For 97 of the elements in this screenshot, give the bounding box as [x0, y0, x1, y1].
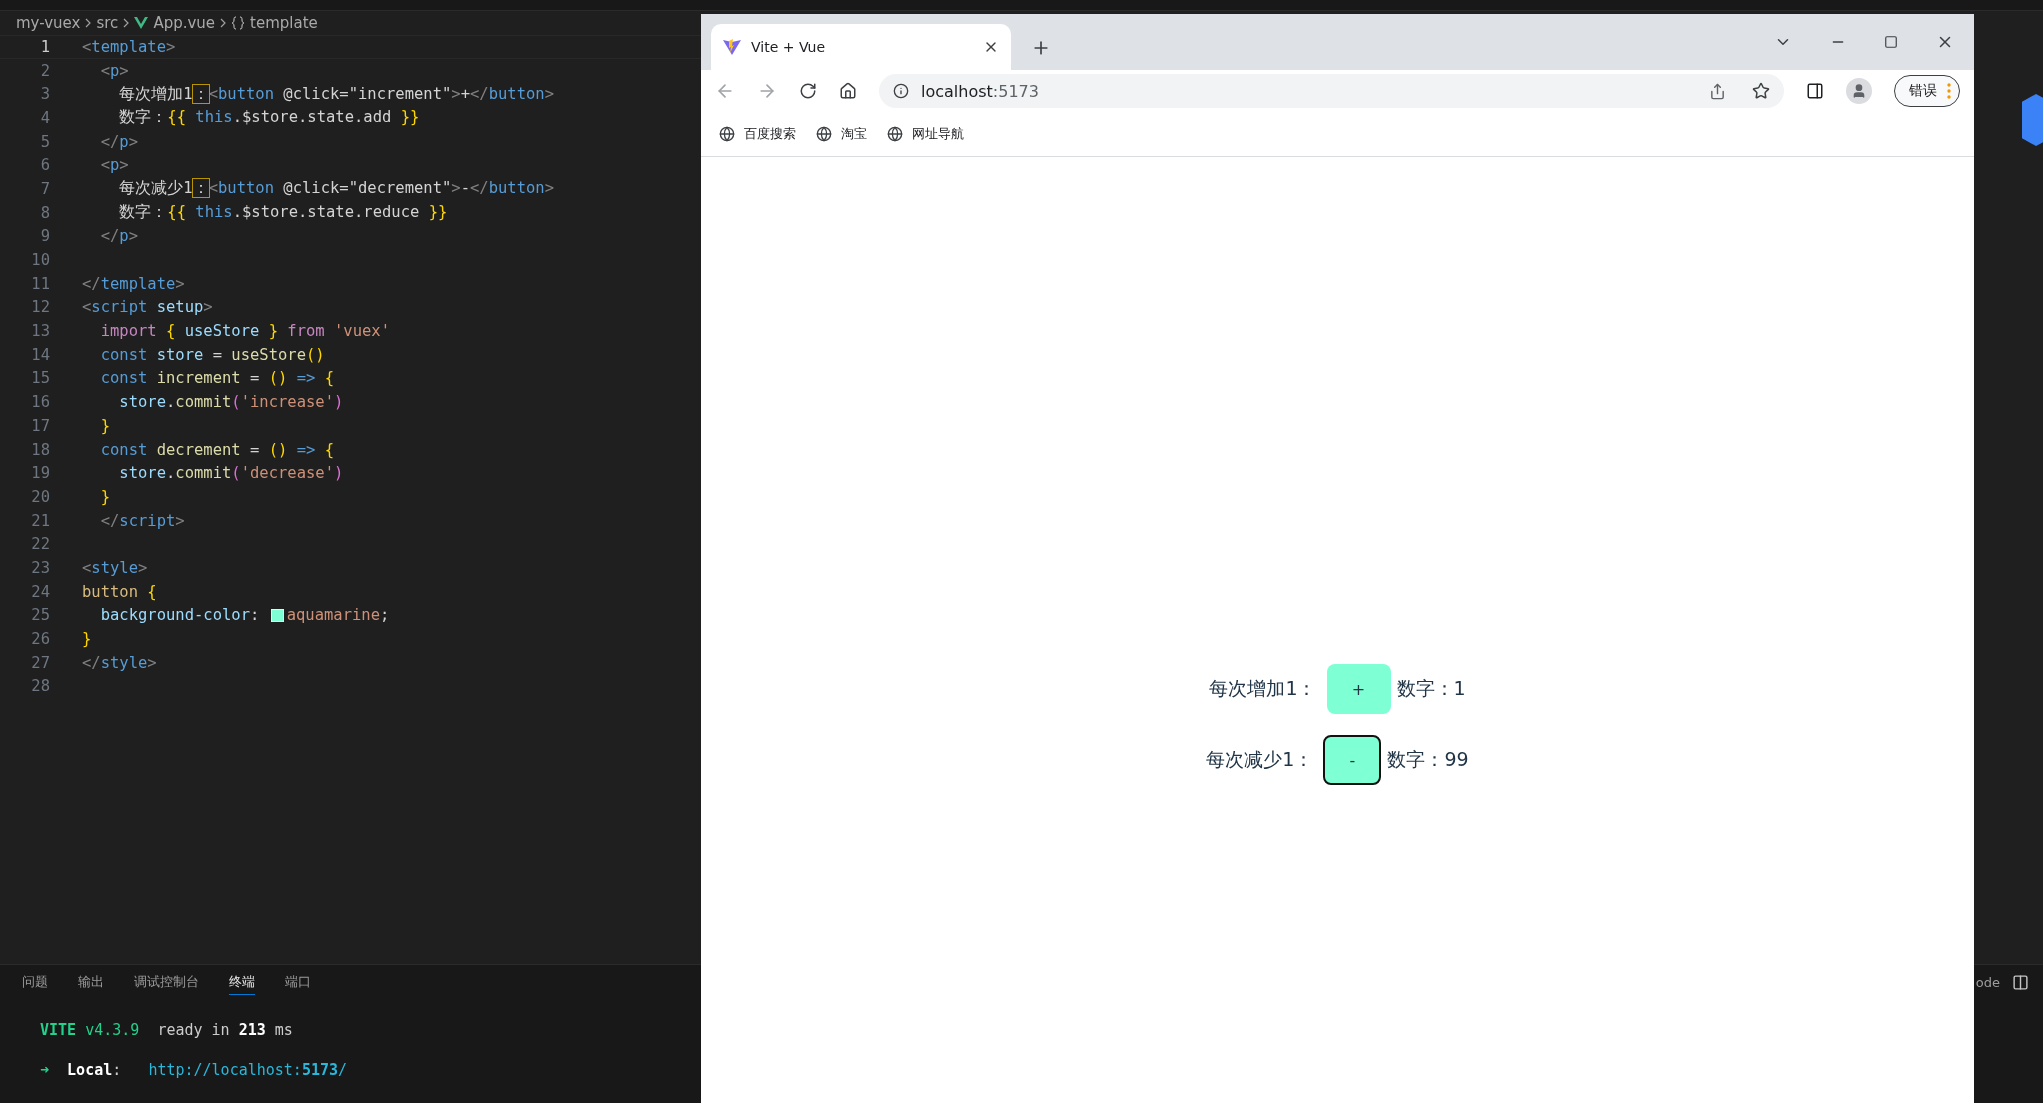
tab-title: Vite + Vue	[751, 39, 826, 55]
line-number: 10	[30, 251, 51, 270]
code-line: const decrement = () => {	[99, 440, 334, 459]
code-line: }	[82, 630, 92, 649]
code-line: </p>	[99, 227, 138, 246]
line-number: 9	[39, 227, 51, 246]
code-line: 数字：{{ this.$store.state.add }}	[118, 107, 420, 129]
line-number: 21	[30, 511, 51, 530]
breadcrumb-item[interactable]: App.vue	[153, 14, 216, 32]
globe-icon	[887, 126, 903, 142]
code-line: </style>	[82, 653, 157, 672]
braces-icon	[231, 16, 246, 30]
breadcrumb-item[interactable]: src	[96, 14, 119, 32]
code-line: store.commit('decrease')	[118, 464, 344, 483]
line-number: 16	[30, 393, 51, 412]
line-number: 17	[30, 416, 51, 435]
info-icon[interactable]	[893, 83, 909, 99]
code-line: <template>	[82, 37, 176, 56]
bookmark[interactable]: 网址导航	[887, 125, 964, 143]
line-number: 28	[30, 677, 51, 696]
vite-logo-icon	[723, 38, 741, 56]
profile-avatar[interactable]	[1846, 78, 1872, 104]
panel-tab[interactable]: 调试控制台	[134, 969, 199, 995]
panel-tab[interactable]: 端口	[285, 969, 311, 995]
line-number: 25	[30, 606, 51, 625]
panel-tab[interactable]: 问题	[22, 969, 48, 995]
chevron-icon	[123, 18, 130, 28]
hexagon-icon[interactable]	[2022, 92, 2043, 148]
panel-tab[interactable]: 终端	[229, 969, 255, 995]
code-line: <style>	[82, 558, 148, 577]
line-number: 11	[30, 274, 51, 293]
counter-label: 每次增加1：	[1209, 676, 1317, 701]
code-line: 每次减少1：<button @click="decrement">-</button>	[118, 178, 555, 200]
line-number: 20	[30, 487, 51, 506]
vue-logo-icon	[134, 17, 149, 29]
side-panel-icon[interactable]	[1806, 82, 1824, 100]
code-line: const store = useStore()	[99, 345, 325, 364]
counter-value: 数字：99	[1387, 747, 1469, 772]
code-line: background-color: aquamarine;	[99, 606, 390, 625]
line-number: 18	[30, 440, 51, 459]
line-number: 12	[30, 298, 51, 317]
line-number: 3	[39, 85, 51, 104]
bookmark[interactable]: 淘宝	[816, 125, 867, 143]
bookmark[interactable]: 百度搜索	[719, 125, 796, 143]
code-line: <script setup>	[82, 298, 213, 317]
counter-button[interactable]: +	[1326, 664, 1391, 714]
code-line: <p>	[99, 61, 129, 80]
star-icon[interactable]	[1752, 82, 1770, 100]
line-number: 19	[30, 464, 51, 483]
line-number: 22	[30, 535, 51, 554]
line-number: 26	[30, 630, 51, 649]
breadcrumb-item[interactable]: template	[250, 14, 318, 32]
code-line: 数字：{{ this.$store.state.reduce }}	[118, 202, 448, 224]
line-number: 2	[39, 61, 51, 80]
code-line: <p>	[99, 156, 129, 175]
terminal-line: ➜ Local: http://localhost:5173/	[40, 1061, 349, 1079]
counter-label: 每次减少1：	[1206, 747, 1314, 772]
line-number: 8	[39, 203, 51, 222]
chevron-icon	[85, 18, 92, 28]
profile-button[interactable]: 错误	[1894, 75, 1960, 107]
line-number: 5	[39, 132, 51, 151]
code-line: button {	[82, 582, 157, 601]
code-line: </p>	[99, 132, 138, 151]
panel-label: ode	[1975, 974, 2000, 990]
code-line: }	[99, 487, 110, 506]
panel-tab[interactable]: 输出	[78, 969, 104, 995]
line-number: 4	[39, 108, 51, 127]
line-number: 27	[30, 653, 51, 672]
breadcrumb-item[interactable]: my-vuex	[16, 14, 81, 32]
line-number: 7	[39, 179, 51, 198]
globe-icon	[816, 126, 832, 142]
code-line: store.commit('increase')	[118, 393, 344, 412]
browser-tab[interactable]: Vite + Vue	[711, 24, 1011, 70]
chevron-icon	[220, 18, 227, 28]
counter-value: 数字：1	[1396, 676, 1466, 701]
address-bar[interactable]: localhost:5173	[879, 74, 1784, 108]
line-number: 13	[30, 322, 51, 341]
globe-icon	[719, 126, 735, 142]
code-line: }	[99, 416, 110, 435]
line-number: 6	[39, 156, 51, 175]
code-line: import { useStore } from 'vuex'	[99, 322, 390, 341]
line-number: 23	[30, 558, 51, 577]
share-icon[interactable]	[1709, 82, 1726, 100]
code-line: </script>	[99, 511, 185, 530]
line-number: 24	[30, 582, 51, 601]
home-icon[interactable]	[839, 82, 857, 100]
code-line: const increment = () => {	[99, 369, 334, 388]
reload-icon[interactable]	[799, 82, 817, 100]
terminal-line: VITE v4.3.9 ready in 213 ms	[40, 1021, 294, 1039]
split-panel-icon[interactable]	[2012, 973, 2029, 991]
line-number: 14	[30, 345, 51, 364]
maximize-icon[interactable]	[1884, 35, 1898, 49]
counter-button[interactable]: -	[1323, 735, 1382, 785]
line-number: 1	[39, 37, 51, 56]
line-number: 15	[30, 369, 51, 388]
code-line: 每次增加1：<button @click="increment">+</button>	[118, 83, 555, 105]
code-line: </template>	[82, 274, 185, 293]
